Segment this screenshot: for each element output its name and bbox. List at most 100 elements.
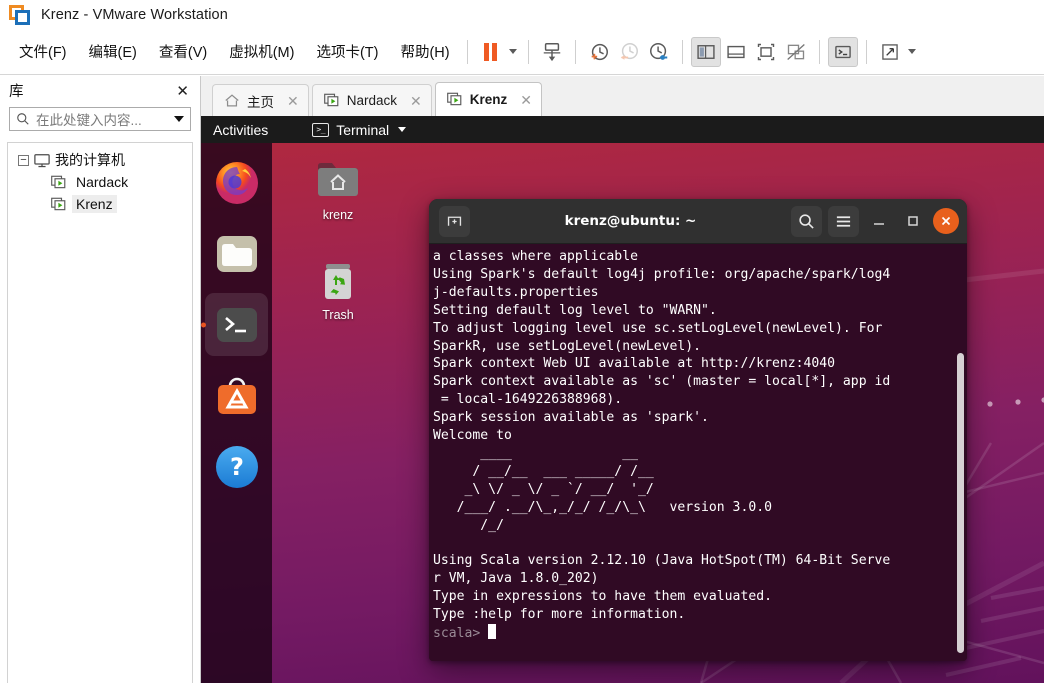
terminal-window-title: krenz@ubuntu: ~ [564, 213, 697, 229]
toolbar-divider [865, 39, 867, 64]
show-thumbnail-bar-button[interactable] [827, 36, 858, 67]
pause-icon [484, 42, 498, 61]
vmware-logo-icon [9, 4, 31, 26]
close-icon[interactable]: ✕ [520, 93, 532, 107]
menu-help[interactable]: 帮助(H) [391, 37, 458, 66]
snapshot-take-icon [591, 43, 608, 60]
new-tab-button[interactable] [439, 205, 470, 237]
fullscreen-icon [757, 43, 774, 60]
menu-view[interactable]: 查看(V) [150, 37, 216, 66]
desktop-icon-krenz[interactable]: krenz [297, 158, 379, 222]
minimize-button[interactable] [865, 207, 893, 235]
vm-icon [51, 175, 66, 188]
chevron-down-icon[interactable] [174, 116, 184, 122]
vm-icon [51, 197, 66, 210]
chevron-down-icon [398, 127, 407, 132]
library-sidebar: 库 ✕ 在此处键入内容... − 我的计算机 Nardack Krenz [0, 76, 201, 683]
menu-vm[interactable]: 虚拟机(M) [220, 37, 303, 66]
terminal-window: krenz@ubuntu: ~ a classes where applicab… [429, 199, 967, 661]
tab-home[interactable]: 主页 ✕ [212, 84, 309, 116]
dock-item-terminal[interactable] [205, 293, 268, 356]
firefox-icon [215, 161, 258, 204]
vm-tab-bar: 主页 ✕ Nardack ✕ Krenz ✕ [201, 76, 1044, 116]
computer-icon [34, 153, 50, 167]
power-pause-button[interactable] [476, 37, 506, 67]
unity-mode-icon [786, 43, 805, 60]
desktop-icon-label: Trash [322, 308, 354, 322]
snapshot-revert-icon [620, 42, 638, 60]
app-menu-button[interactable]: >_ Terminal [312, 121, 407, 138]
dock-item-firefox[interactable] [205, 151, 268, 214]
menu-edit[interactable]: 编辑(E) [80, 37, 146, 66]
tree-item-krenz[interactable]: Krenz [8, 193, 192, 215]
library-header: 库 ✕ [0, 76, 200, 105]
enter-fullscreen-button[interactable] [751, 37, 781, 67]
stretch-dropdown[interactable] [905, 37, 919, 67]
tree-label-nardack: Nardack [76, 174, 129, 190]
snapshot-manager-icon [649, 42, 667, 60]
search-icon [17, 113, 29, 125]
desktop-icon-label: krenz [322, 208, 354, 222]
tree-label-krenz: Krenz [72, 195, 117, 213]
help-icon: ? [215, 445, 258, 488]
desktop-icon-trash[interactable]: Trash [297, 258, 379, 322]
vmware-workstation-window: Krenz - VMware Workstation 文件(F) 编辑(E) 查… [0, 0, 1044, 683]
toolbar-divider [527, 39, 529, 64]
close-icon[interactable]: ✕ [173, 82, 192, 100]
terminal-prompt-line: scala> [433, 624, 959, 643]
terminal-output-area[interactable]: a classes where applicable Using Spark's… [429, 244, 967, 661]
tree-label-my-computer: 我的计算机 [55, 152, 125, 168]
maximize-button[interactable] [899, 207, 927, 235]
terminal-titlebar: krenz@ubuntu: ~ [429, 199, 967, 244]
show-console-view-button[interactable] [721, 37, 751, 67]
app-menu-label: Terminal [336, 121, 390, 138]
vm-icon [323, 93, 339, 107]
terminal-output-lines: a classes where applicable Using Spark's… [433, 249, 891, 623]
unity-mode-button[interactable] [781, 37, 811, 67]
manage-vm-button[interactable] [537, 37, 567, 67]
expand-arrows-icon [881, 43, 898, 60]
library-search-box[interactable]: 在此处键入内容... [9, 107, 191, 131]
menu-toolbar: 文件(F) 编辑(E) 查看(V) 虚拟机(M) 选项卡(T) 帮助(H) [0, 29, 1044, 75]
close-icon [941, 216, 951, 226]
menu-file[interactable]: 文件(F) [10, 37, 76, 66]
vertical-scrollbar[interactable] [957, 353, 964, 653]
expander-toggle[interactable]: − [18, 154, 29, 166]
tab-nardack[interactable]: Nardack ✕ [311, 84, 432, 116]
close-icon[interactable]: ✕ [410, 94, 422, 108]
vm-library-tree: − 我的计算机 Nardack Krenz [7, 142, 193, 683]
stretch-guest-button[interactable] [875, 37, 905, 67]
send-to-icon [543, 42, 560, 61]
console-view-icon [726, 45, 745, 58]
ubuntu-software-icon [217, 377, 256, 414]
tree-item-nardack[interactable]: Nardack [8, 171, 192, 193]
tab-krenz[interactable]: Krenz ✕ [434, 82, 542, 116]
tree-item-my-computer[interactable]: − 我的计算机 [8, 149, 192, 171]
dock-item-help[interactable]: ? [205, 435, 268, 498]
maximize-icon [908, 216, 918, 226]
dock-item-ubuntu-software[interactable] [205, 364, 268, 427]
search-icon [799, 213, 814, 229]
power-dropdown[interactable] [506, 37, 520, 67]
svg-text:?: ? [230, 453, 244, 481]
terminal-menu-button[interactable] [828, 205, 859, 237]
terminal-icon [216, 307, 257, 342]
show-library-button[interactable] [690, 36, 721, 67]
search-input[interactable]: 在此处键入内容... [36, 109, 168, 129]
chevron-down-icon [907, 49, 916, 54]
shell-prompt: scala> [433, 626, 489, 642]
tab-label-home: 主页 [247, 94, 274, 110]
dock-item-files[interactable] [205, 222, 268, 285]
terminal-icon: >_ [312, 122, 330, 137]
close-icon[interactable]: ✕ [287, 94, 299, 108]
terminal-search-button[interactable] [791, 205, 822, 237]
sidebar-toggle-icon [696, 44, 715, 59]
toolbar-divider [466, 39, 468, 64]
home-folder-icon [314, 158, 362, 204]
take-snapshot-button[interactable] [584, 37, 614, 67]
menu-tabs[interactable]: 选项卡(T) [307, 37, 387, 66]
toolbar-divider [818, 39, 820, 64]
activities-button[interactable]: Activities [201, 122, 268, 138]
snapshot-manager-button[interactable] [644, 37, 674, 67]
close-button[interactable] [933, 208, 959, 234]
